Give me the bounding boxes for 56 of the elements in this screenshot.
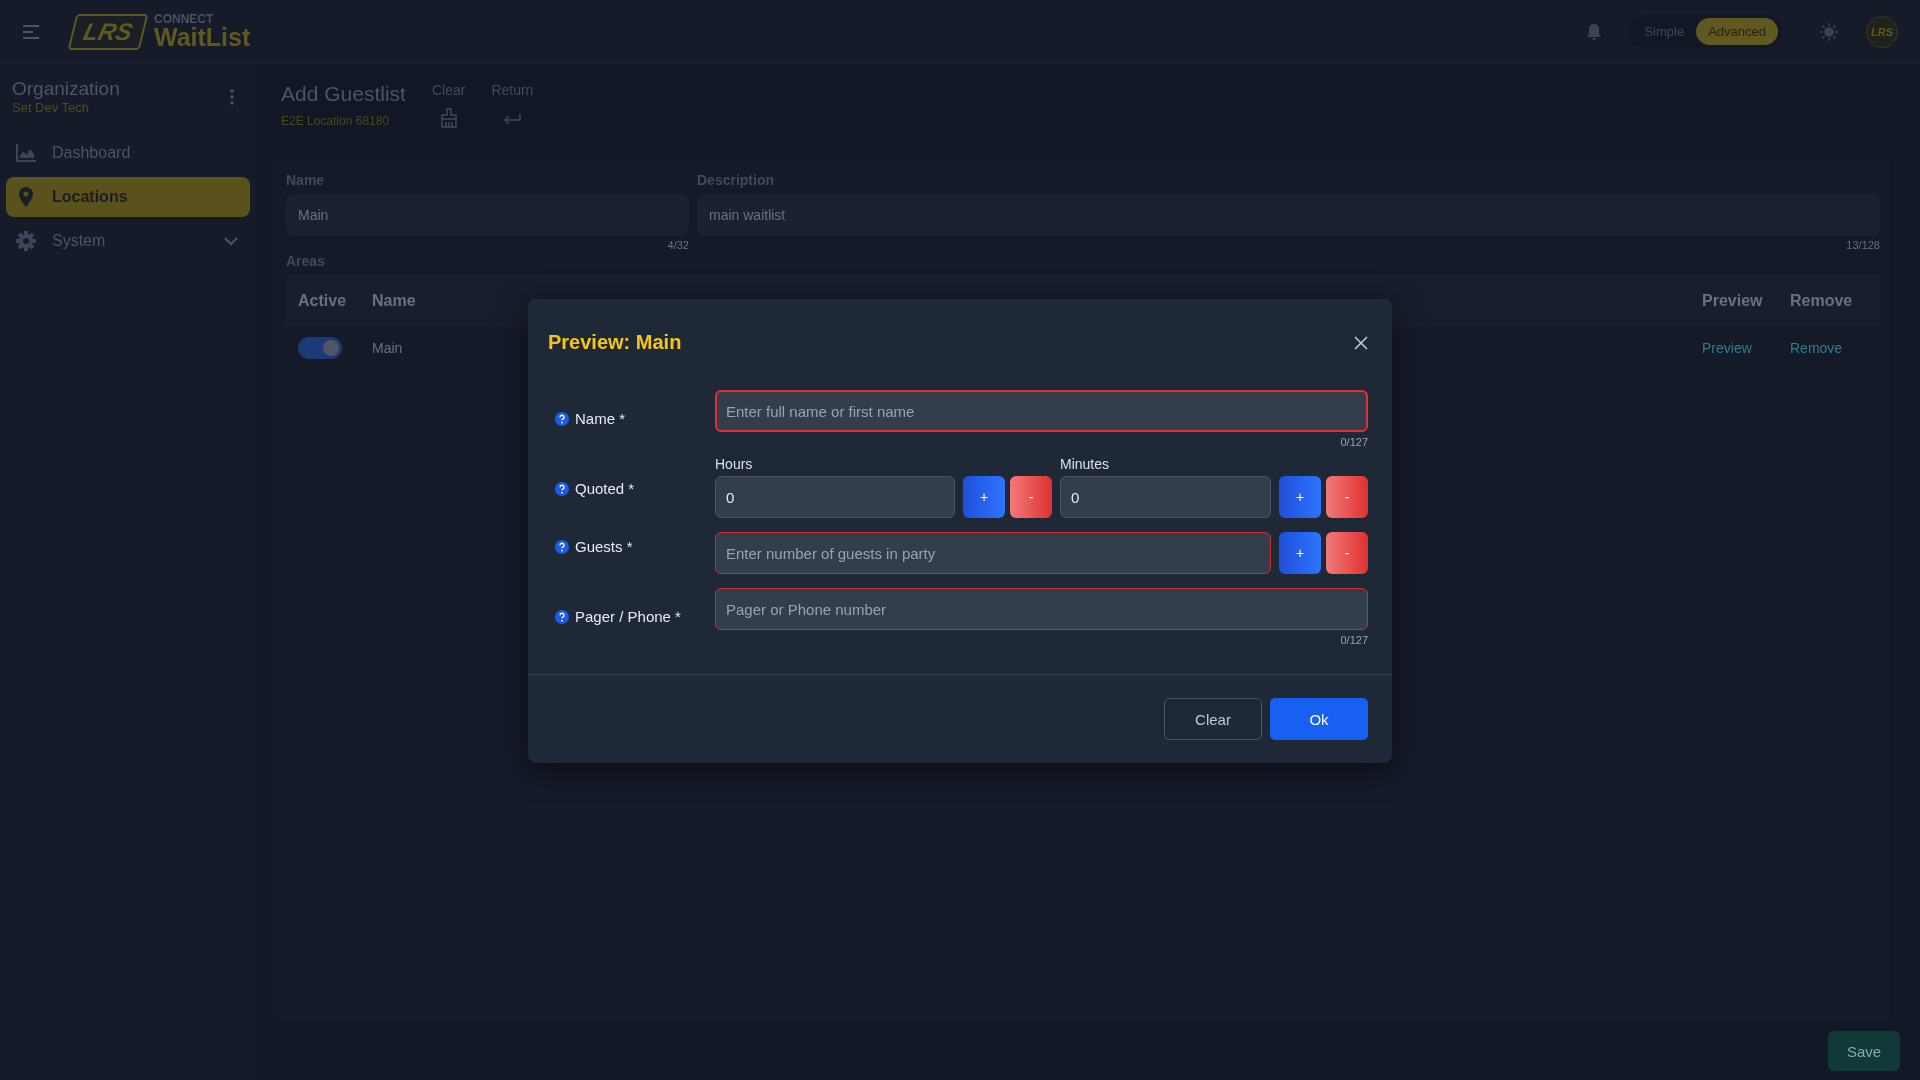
field-label: Guests *: [575, 538, 633, 555]
clear-button[interactable]: Clear: [1164, 698, 1262, 740]
toggle-switch[interactable]: [298, 337, 342, 359]
gear-icon: [14, 230, 38, 252]
page-title: Add Guestlist: [281, 82, 406, 106]
column-header: Active: [298, 292, 348, 310]
help-icon[interactable]: [555, 411, 569, 426]
chart-icon: [14, 142, 38, 164]
decrement-button[interactable]: -: [1326, 476, 1368, 518]
help-icon[interactable]: [555, 481, 569, 496]
save-button[interactable]: Save: [1828, 1031, 1900, 1071]
broom-icon: [438, 108, 459, 128]
close-icon[interactable]: [1354, 335, 1368, 350]
help-icon[interactable]: [555, 609, 569, 624]
caret-icon: [224, 236, 238, 246]
dialog-title: Preview: Main: [548, 331, 683, 354]
nav-item[interactable]: Dashboard: [6, 133, 250, 173]
nav-item[interactable]: Locations: [6, 177, 250, 217]
column-header: Preview: [1702, 292, 1764, 310]
character-counter: 0/127: [1340, 634, 1368, 646]
column-header: Remove: [1790, 292, 1854, 310]
nav-item[interactable]: System: [6, 221, 250, 261]
column-header: Name: [372, 292, 417, 310]
brand-name: WaitList: [154, 25, 251, 50]
mode-option[interactable]: Advanced: [1696, 18, 1778, 45]
field-label: Hours: [715, 456, 754, 472]
character-counter: 4/32: [667, 239, 689, 251]
character-counter: 13/128: [1846, 239, 1880, 251]
organization-name: Set Dev Tech: [12, 100, 91, 115]
brand-tagline: CONNECT: [154, 13, 215, 25]
text-field[interactable]: main waitlist: [697, 194, 1880, 236]
field-label: Minutes: [1060, 456, 1111, 472]
remove-link[interactable]: Remove: [1790, 340, 1843, 356]
decrement-button[interactable]: -: [1010, 476, 1052, 518]
number-field[interactable]: 0: [715, 476, 955, 518]
number-field[interactable]: 0: [1060, 476, 1271, 518]
text-field[interactable]: Enter full name or first name: [715, 390, 1368, 432]
text-field[interactable]: Main: [286, 194, 689, 236]
table-cell: Main: [372, 340, 403, 356]
increment-button[interactable]: +: [963, 476, 1005, 518]
preview-link[interactable]: Preview: [1702, 340, 1752, 356]
field-label: Pager / Phone *: [575, 608, 681, 625]
increment-button[interactable]: +: [1279, 532, 1321, 574]
avatar[interactable]: LRS: [1866, 15, 1898, 48]
field-label: Quoted *: [575, 480, 635, 497]
field-label: Name *: [575, 410, 626, 427]
location-name: E2E Location 68180: [281, 114, 391, 128]
number-field[interactable]: Enter number of guests in party: [715, 532, 1271, 574]
increment-button[interactable]: +: [1279, 476, 1321, 518]
logo: LRS: [67, 13, 149, 50]
text-field[interactable]: Pager or Phone number: [715, 588, 1368, 630]
organization-title: Organization: [12, 78, 121, 100]
help-icon[interactable]: [555, 539, 569, 554]
character-counter: 0/127: [1340, 436, 1368, 448]
ok-button[interactable]: Ok: [1270, 698, 1368, 740]
decrement-button[interactable]: -: [1326, 532, 1368, 574]
